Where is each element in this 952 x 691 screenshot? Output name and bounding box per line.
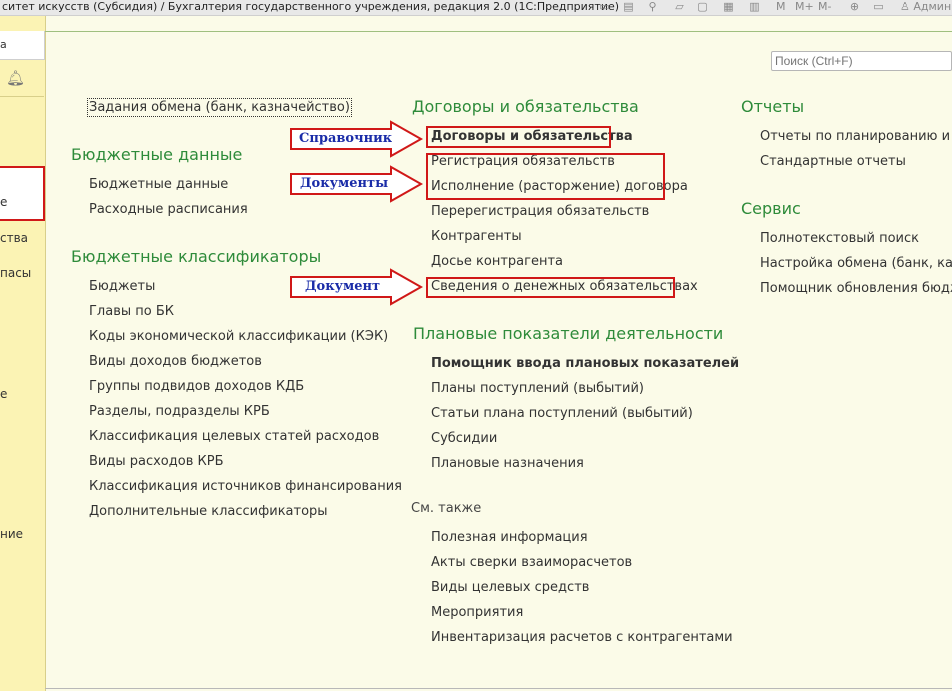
memory-add-button[interactable]: M+ <box>795 0 814 14</box>
search-input[interactable] <box>771 51 952 71</box>
annotation-label-spravochnik: Справочник <box>299 131 393 146</box>
group-header-budget-classifiers: Бюджетные классификаторы <box>71 247 322 266</box>
link-exchange-tasks[interactable]: Задания обмена (банк, казначейство) <box>87 98 352 117</box>
link-expense-schedules[interactable]: Расходные расписания <box>89 202 248 217</box>
link-standard-reports[interactable]: Стандартные отчеты <box>760 154 906 169</box>
link-obligations-reregistration[interactable]: Перерегистрация обязательств <box>431 204 649 219</box>
copy-icon[interactable]: ▢ <box>696 1 709 13</box>
group-header-planned-indicators: Плановые показатели деятельности <box>413 324 724 343</box>
section-item[interactable]: ства <box>0 231 28 245</box>
link-settlements-inventory[interactable]: Инвентаризация расчетов с контрагентами <box>431 630 733 645</box>
link-target-funds-types[interactable]: Виды целевых средств <box>431 580 589 595</box>
sections-panel <box>0 16 46 691</box>
user-icon: ♙ <box>900 0 910 13</box>
link-exchange-settings[interactable]: Настройка обмена (банк, казна <box>760 256 952 271</box>
section-item[interactable]: е <box>0 387 7 401</box>
link-useful-info[interactable]: Полезная информация <box>431 530 588 545</box>
see-also-header: См. также <box>411 501 482 516</box>
memory-subtract-button[interactable]: M- <box>818 0 831 14</box>
section-item[interactable]: ние <box>0 527 23 541</box>
highlight-box-monetary-obligations <box>426 277 675 298</box>
section-tab-label: а <box>0 38 7 51</box>
link-counterparties[interactable]: Контрагенты <box>431 229 522 244</box>
calculator-icon[interactable]: ▥ <box>748 1 761 13</box>
link-subsidies[interactable]: Субсидии <box>431 431 497 446</box>
section-item[interactable]: пасы <box>0 266 31 280</box>
link-fulltext-search[interactable]: Полнотекстовый поиск <box>760 231 919 246</box>
link-kdb-groups[interactable]: Группы подвидов доходов КДБ <box>89 379 304 394</box>
bell-icon[interactable]: 🔔︎ <box>6 69 25 87</box>
highlight-box-documents <box>426 153 665 200</box>
link-update-assistant[interactable]: Помощник обновления бюджет <box>760 281 952 296</box>
annotation-label-dokumenty: Документы <box>300 176 389 191</box>
link-events[interactable]: Мероприятия <box>431 605 523 620</box>
user-name: Админ <box>913 0 952 13</box>
annotation-label-dokument: Документ <box>305 279 381 294</box>
link-reconciliation-acts[interactable]: Акты сверки взаиморасчетов <box>431 555 632 570</box>
link-funding-sources[interactable]: Классификация источников финансирования <box>89 479 402 494</box>
section-item-selected[interactable] <box>0 166 45 221</box>
calendar-icon[interactable]: ▦ <box>722 1 735 13</box>
current-user[interactable]: ♙ Админ <box>900 0 951 14</box>
preview-icon[interactable]: ⚲ <box>646 1 659 13</box>
section-item-selected-label[interactable]: е <box>0 195 7 209</box>
print-icon[interactable]: ▤ <box>622 1 635 13</box>
link-counterparty-dossier[interactable]: Досье контрагента <box>431 254 563 269</box>
window-icon[interactable]: ▭ <box>872 1 885 13</box>
group-header-service: Сервис <box>741 199 801 218</box>
group-header-budget-data: Бюджетные данные <box>71 145 243 164</box>
window-title: ситет искусств (Субсидия) / Бухгалтерия … <box>2 0 620 13</box>
window-titlebar: ситет искусств (Субсидия) / Бухгалтерия … <box>0 0 952 16</box>
link-receipt-plan-articles[interactable]: Статьи плана поступлений (выбытий) <box>431 406 693 421</box>
link-chapters-bk[interactable]: Главы по БК <box>89 304 174 319</box>
link-budgets[interactable]: Бюджеты <box>89 279 155 294</box>
link-target-articles[interactable]: Классификация целевых статей расходов <box>89 429 379 444</box>
divider <box>45 688 952 689</box>
save-icon[interactable]: ▭ <box>598 1 611 13</box>
link-krb-sections[interactable]: Разделы, подразделы КРБ <box>89 404 270 419</box>
zoom-in-icon[interactable]: ⊕ <box>848 1 861 13</box>
memory-button[interactable]: M <box>776 0 786 14</box>
link-budget-income-types[interactable]: Виды доходов бюджетов <box>89 354 262 369</box>
link-planning-reports[interactable]: Отчеты по планированию и сан <box>760 129 952 144</box>
link-budget-data[interactable]: Бюджетные данные <box>89 177 228 192</box>
attach-icon[interactable]: ▱ <box>673 1 686 13</box>
section-tab-active[interactable]: а <box>0 31 45 60</box>
link-receipt-plans[interactable]: Планы поступлений (выбытий) <box>431 381 644 396</box>
group-header-reports: Отчеты <box>741 97 805 116</box>
group-header-contracts: Договоры и обязательства <box>412 97 639 116</box>
highlight-box-contracts <box>426 126 611 148</box>
link-planned-indicators-wizard[interactable]: Помощник ввода плановых показателей <box>431 356 739 371</box>
link-krb-expense-types[interactable]: Виды расходов КРБ <box>89 454 224 469</box>
link-additional-classifiers[interactable]: Дополнительные классификаторы <box>89 504 328 519</box>
link-planned-assignments[interactable]: Плановые назначения <box>431 456 584 471</box>
link-kek-codes[interactable]: Коды экономической классификации (КЭК) <box>89 329 388 344</box>
divider <box>45 31 952 32</box>
